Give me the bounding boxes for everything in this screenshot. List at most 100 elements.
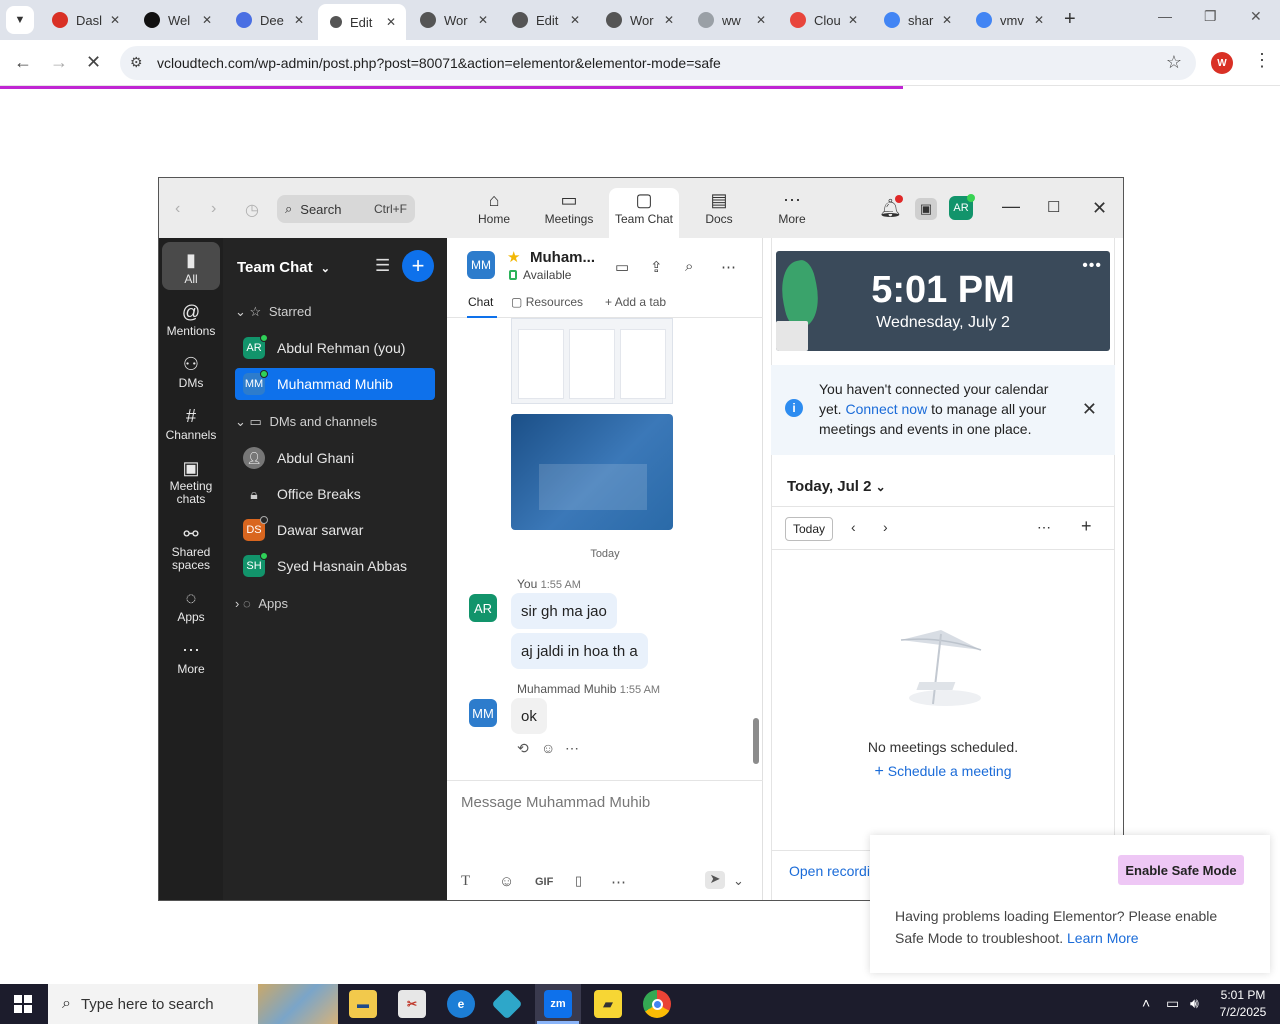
rail-item-channels[interactable]: # Channels — [162, 404, 220, 442]
minimize-icon[interactable]: — — [1002, 196, 1020, 217]
emoji-react-icon[interactable]: ☺ — [541, 740, 555, 756]
volume-icon[interactable]: 🔊︎ — [1190, 995, 1199, 1012]
site-settings-icon[interactable]: ⚙ — [130, 54, 143, 71]
file-explorer-icon[interactable]: ▬ — [349, 990, 377, 1018]
scrollbar-thumb[interactable] — [753, 718, 759, 764]
browser-tab[interactable]: ww ✕ — [686, 4, 776, 36]
contact-avatar[interactable]: MM — [467, 251, 495, 279]
close-icon[interactable]: ✕ — [570, 13, 580, 27]
chat-list-title[interactable]: Team Chat ⌄ — [237, 259, 330, 276]
more-dots-icon[interactable]: ⋯ — [1037, 519, 1051, 536]
browser-tab[interactable]: shar ✕ — [872, 4, 962, 36]
rail-item-meeting-chats[interactable]: ▣ Meeting chats — [162, 456, 220, 506]
history-icon[interactable]: ◷ — [245, 200, 259, 220]
close-icon[interactable]: ✕ — [1034, 13, 1044, 27]
learn-more-link[interactable]: Learn More — [1067, 930, 1139, 946]
forward-arrow-icon[interactable]: → — [50, 52, 68, 73]
close-icon[interactable]: ✕ — [848, 13, 858, 27]
enable-safe-mode-button[interactable]: Enable Safe Mode — [1118, 855, 1244, 885]
zoom-app-icon[interactable]: zm — [544, 990, 572, 1018]
browser-tab[interactable]: Wor ✕ — [594, 4, 684, 36]
star-filled-icon[interactable]: ★ — [507, 248, 520, 266]
close-icon[interactable]: ✕ — [294, 13, 304, 27]
chat-item-muhammad-muhib[interactable]: MM Muhammad Muhib — [235, 368, 435, 400]
chat-item-office-breaks[interactable]: 🔒︎ Office Breaks — [235, 478, 435, 510]
windows-start-icon[interactable] — [14, 995, 32, 1013]
gif-button[interactable]: GIF — [535, 876, 553, 888]
taskbar-clock[interactable]: 5:01 PM 7/2/2025 — [1212, 987, 1274, 1021]
close-icon[interactable]: ✕ — [1092, 198, 1107, 219]
browser-tab[interactable]: Clou ✕ — [778, 4, 868, 36]
chevron-right-icon[interactable]: › — [883, 519, 888, 535]
apps-section-header[interactable]: › ◌ Apps — [235, 596, 288, 611]
stop-loading-icon[interactable]: ✕ — [86, 52, 101, 73]
contact-name[interactable]: Muham... — [530, 249, 595, 266]
more-dots-icon[interactable]: ••• — [1082, 257, 1102, 275]
browser-tab[interactable]: vmv ✕ — [964, 4, 1054, 36]
close-icon[interactable]: ✕ — [756, 13, 766, 27]
browser-tab[interactable]: Wor ✕ — [408, 4, 498, 36]
gift-icon[interactable]: ▣ — [915, 198, 937, 220]
message-bubble[interactable]: ok — [511, 698, 547, 734]
app-diamond-icon[interactable] — [491, 988, 523, 1020]
search-icon[interactable]: ⌕ — [685, 258, 693, 275]
bookmark-star-icon[interactable]: ☆ — [1166, 52, 1182, 73]
profile-avatar[interactable]: W — [1211, 52, 1233, 74]
reply-icon[interactable]: ⟲ — [517, 740, 529, 757]
rail-item-mentions[interactable]: @ Mentions — [162, 300, 220, 338]
add-tab-button[interactable]: + Add a tab — [605, 295, 666, 309]
close-icon[interactable]: ✕ — [202, 13, 212, 27]
snipping-tool-icon[interactable]: ✂ — [398, 990, 426, 1018]
browser-tab[interactable]: Wel ✕ — [132, 4, 222, 36]
tab-search-button[interactable]: ▼ — [6, 6, 34, 34]
message-bubble[interactable]: sir gh ma jao — [511, 593, 617, 629]
text-format-icon[interactable]: T — [461, 873, 470, 890]
rail-item-more[interactable]: ⋯ More — [162, 638, 220, 676]
chevron-up-icon[interactable]: ˄ — [1142, 995, 1150, 1011]
message-input[interactable] — [461, 789, 751, 815]
close-icon[interactable]: ✕ — [386, 15, 396, 29]
browser-tab[interactable]: Dee ✕ — [224, 4, 314, 36]
more-dots-icon[interactable]: ⋯ — [611, 873, 626, 891]
emoji-icon[interactable]: ☺ — [499, 873, 514, 890]
close-window-icon[interactable]: ✕ — [1250, 8, 1262, 25]
zoom-search-box[interactable]: ⌕ Search Ctrl+F — [277, 195, 415, 223]
close-icon[interactable]: ✕ — [664, 13, 674, 27]
minimize-icon[interactable]: — — [1158, 8, 1172, 24]
tab-meetings[interactable]: ▭ Meetings — [534, 188, 604, 238]
close-icon[interactable]: ✕ — [942, 13, 952, 27]
chevron-left-icon[interactable]: ‹ — [851, 519, 856, 535]
new-tab-plus-icon[interactable]: + — [1064, 8, 1076, 31]
rail-item-shared-spaces[interactable]: ⚯ Shared spaces — [162, 522, 220, 572]
browser-tab-active[interactable]: Edit ✕ — [318, 4, 406, 40]
tab-home[interactable]: ⌂ Home — [459, 188, 529, 238]
tab-chat[interactable]: Chat — [468, 295, 493, 309]
avatar[interactable]: AR — [469, 594, 497, 622]
video-call-icon[interactable]: ▭ — [615, 258, 629, 276]
rail-item-dms[interactable]: ⚇ DMs — [162, 352, 220, 390]
schedule-meeting-link[interactable]: + Schedule a meeting — [763, 763, 1123, 781]
back-chevron-icon[interactable]: ‹ — [175, 200, 180, 218]
chat-item-dawar-sarwar[interactable]: DS Dawar sarwar — [235, 514, 435, 546]
starred-section-header[interactable]: ⌄ ☆ Starred — [235, 304, 311, 320]
close-icon[interactable]: ✕ — [110, 13, 120, 27]
close-icon[interactable]: ✕ — [478, 13, 488, 27]
plus-icon[interactable]: + — [1081, 516, 1092, 537]
send-icon[interactable]: ➤ — [705, 871, 725, 889]
connect-now-link[interactable]: Connect now — [845, 401, 927, 417]
taskbar-search-box[interactable]: ⌕ Type here to search — [48, 984, 338, 1024]
tab-resources[interactable]: ▢ Resources — [511, 295, 583, 309]
tab-docs[interactable]: ▤ Docs — [684, 188, 754, 238]
rail-item-apps[interactable]: ◌ Apps — [162, 586, 220, 624]
today-button[interactable]: Today — [785, 517, 833, 541]
tab-team-chat[interactable]: ▢ Team Chat — [609, 188, 679, 238]
tab-more[interactable]: ⋯ More — [757, 188, 827, 238]
more-dots-icon[interactable]: ⋯ — [721, 258, 736, 276]
browser-menu-icon[interactable]: ⋮ — [1253, 50, 1271, 71]
dms-section-header[interactable]: ⌄ ▭ DMs and channels — [235, 414, 377, 430]
share-screen-icon[interactable]: ⇪ — [650, 258, 663, 276]
file-icon[interactable]: ▯ — [575, 873, 582, 889]
shared-image-presentation[interactable] — [511, 414, 673, 530]
chat-item-syed-hasnain-abbas[interactable]: SH Syed Hasnain Abbas — [235, 550, 435, 582]
url-text[interactable]: vcloudtech.com/wp-admin/post.php?post=80… — [157, 55, 721, 71]
